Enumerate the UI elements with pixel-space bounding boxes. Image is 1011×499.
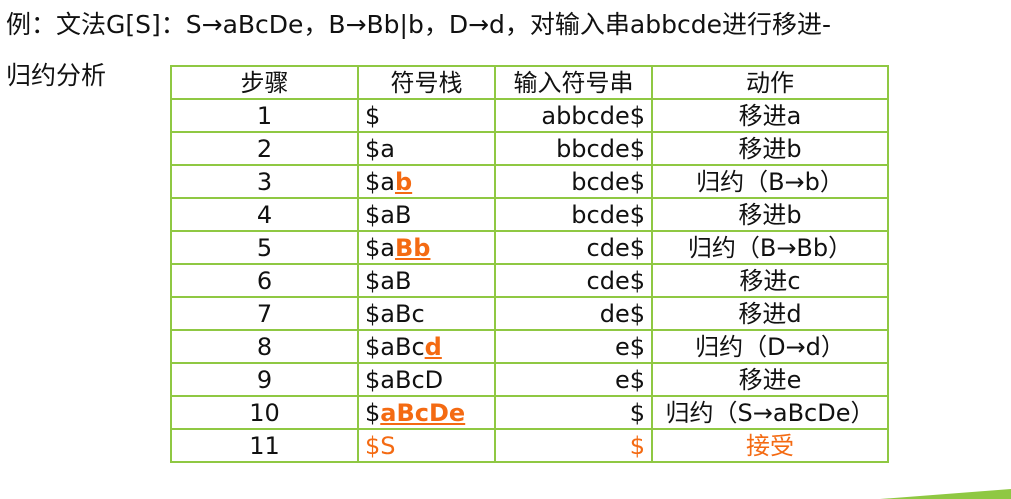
stack-text: $a [365,167,395,196]
input-cell: de$ [494,296,653,331]
stack-cell: $aBc [357,296,496,331]
action-cell: 归约（D→d） [651,329,889,364]
step-cell: 2 [170,131,359,166]
action-cell: 移进d [651,296,889,331]
stack-cell: $aBb [357,230,496,265]
header-symbol-stack: 符号栈 [357,65,496,100]
step-cell: 11 [170,428,359,463]
table-row: 8 $aBcd e$ 归约（D→d） [170,329,889,364]
input-cell-final: $ [494,428,653,463]
heading-line-1: 例：文法G[S]：S→aBcDe，B→Bb|b，D→d，对输入串abbcde进行… [6,10,831,39]
table-row-accept: 11 $S $ 接受 [170,428,889,463]
stack-cell: $aB [357,263,496,298]
header-action: 动作 [651,65,889,100]
action-cell-accept: 接受 [651,428,889,463]
stack-handle: Bb [394,233,431,262]
action-cell: 移进a [651,98,889,133]
stack-text: $aBcD [365,365,444,394]
action-cell: 归约（B→Bb） [651,230,889,265]
step-cell: 10 [170,395,359,430]
stack-cell: $aBcd [357,329,496,364]
stack-handle: aBcDe [380,398,466,427]
step-cell: 4 [170,197,359,232]
action-cell: 移进e [651,362,889,397]
action-cell: 归约（B→b） [651,164,889,199]
table-row: 9 $aBcD e$ 移进e [170,362,889,397]
table-row: 3 $ab bcde$ 归约（B→b） [170,164,889,199]
input-cell: abbcde$ [494,98,653,133]
stack-cell: $ [357,98,496,133]
header-input-string: 输入符号串 [494,65,653,100]
table-row: 1 $ abbcde$ 移进a [170,98,889,133]
action-cell: 移进b [651,197,889,232]
step-cell: 6 [170,263,359,298]
step-cell: 3 [170,164,359,199]
table-row: 5 $aBb cde$ 归约（B→Bb） [170,230,889,265]
table-row: 2 $a bbcde$ 移进b [170,131,889,166]
input-cell: cde$ [494,263,653,298]
input-cell: $ [494,395,653,430]
stack-text: $aB [365,200,412,229]
stack-cell: $ab [357,164,496,199]
stack-text: $aBc [365,332,425,361]
stack-cell: $aBcD [357,362,496,397]
shift-reduce-table: 步骤 符号栈 输入符号串 动作 1 $ abbcde$ 移进a 2 $a bbc… [170,65,889,463]
decorative-accent-bar [880,489,1011,499]
step-cell: 1 [170,98,359,133]
input-cell: cde$ [494,230,653,265]
input-cell: bcde$ [494,197,653,232]
table-row: 4 $aB bcde$ 移进b [170,197,889,232]
action-cell: 移进c [651,263,889,298]
input-cell: e$ [494,362,653,397]
stack-cell: $a [357,131,496,166]
step-cell: 9 [170,362,359,397]
stack-text: $a [365,134,395,163]
table-row: 10 $aBcDe $ 归约（S→aBcDe） [170,395,889,430]
action-cell: 归约（S→aBcDe） [651,395,889,430]
step-cell: 7 [170,296,359,331]
input-cell: bcde$ [494,164,653,199]
stack-text: $ [365,101,381,130]
stack-cell: $aBcDe [357,395,496,430]
action-cell: 移进b [651,131,889,166]
heading-line-2: 归约分析 [6,61,107,90]
table-row: 7 $aBc de$ 移进d [170,296,889,331]
stack-text: $a [365,233,395,262]
stack-handle: b [394,167,413,196]
stack-text: $aB [365,266,412,295]
header-step: 步骤 [170,65,359,100]
table-header-row: 步骤 符号栈 输入符号串 动作 [170,65,889,100]
stack-text: $aBc [365,299,425,328]
stack-handle: d [424,332,442,361]
table-row: 6 $aB cde$ 移进c [170,263,889,298]
step-cell: 8 [170,329,359,364]
stack-text: $ [365,398,381,427]
step-cell: 5 [170,230,359,265]
stack-cell: $aB [357,197,496,232]
stack-cell-final: $S [357,428,496,463]
input-cell: bbcde$ [494,131,653,166]
input-cell: e$ [494,329,653,364]
